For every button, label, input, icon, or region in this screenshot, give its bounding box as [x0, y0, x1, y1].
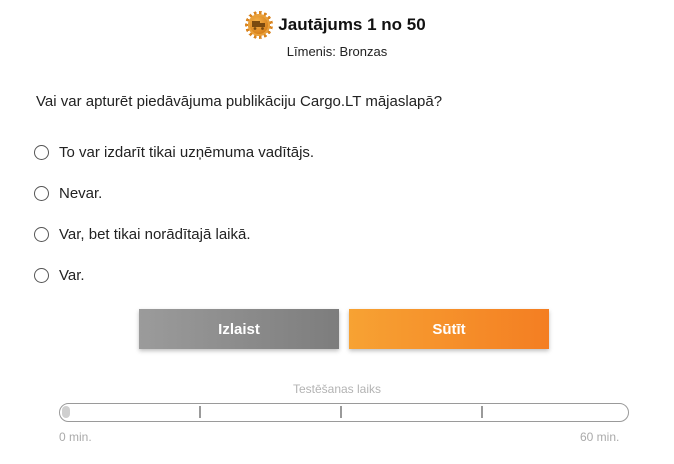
timer-progress-fill: [62, 406, 70, 418]
timer-label: Testēšanas laiks: [292, 382, 382, 396]
timer-tick: [340, 406, 342, 418]
option-label: Nevar.: [59, 185, 103, 202]
timer-tick: [481, 406, 483, 418]
timer-progress-bar: [59, 403, 629, 422]
radio-button[interactable]: [34, 145, 49, 160]
answer-option-2[interactable]: Nevar.: [34, 173, 314, 214]
skip-button[interactable]: Izlaist: [139, 309, 339, 349]
timer-tick: [199, 406, 201, 418]
radio-button[interactable]: [34, 186, 49, 201]
title-row: Jautājums 1 no 50: [245, 11, 426, 39]
radio-button[interactable]: [34, 227, 49, 242]
level-label: Līmenis: Bronzas: [286, 44, 388, 59]
question-counter-title: Jautājums 1 no 50: [278, 15, 426, 34]
answer-option-3[interactable]: Var, bet tikai norādītajā laikā.: [34, 214, 314, 255]
question-text: Vai var apturēt piedāvājuma publikāciju …: [36, 93, 443, 110]
radio-button[interactable]: [34, 268, 49, 283]
answer-options: To var izdarīt tikai uzņēmuma vadītājs. …: [34, 132, 314, 296]
option-label: To var izdarīt tikai uzņēmuma vadītājs.: [59, 144, 315, 161]
option-label: Var.: [59, 267, 85, 284]
timer-min-label: 0 min.: [59, 430, 92, 444]
option-label: Var, bet tikai norādītajā laikā.: [59, 226, 251, 243]
answer-option-4[interactable]: Var.: [34, 255, 314, 296]
send-button[interactable]: Sūtīt: [349, 309, 549, 349]
bronze-badge-icon: [245, 11, 274, 39]
timer-max-label: 60 min.: [580, 430, 620, 444]
question-header: Jautājums 1 no 50 Līmenis: Bronzas: [0, 11, 674, 59]
answer-option-1[interactable]: To var izdarīt tikai uzņēmuma vadītājs.: [34, 132, 314, 173]
